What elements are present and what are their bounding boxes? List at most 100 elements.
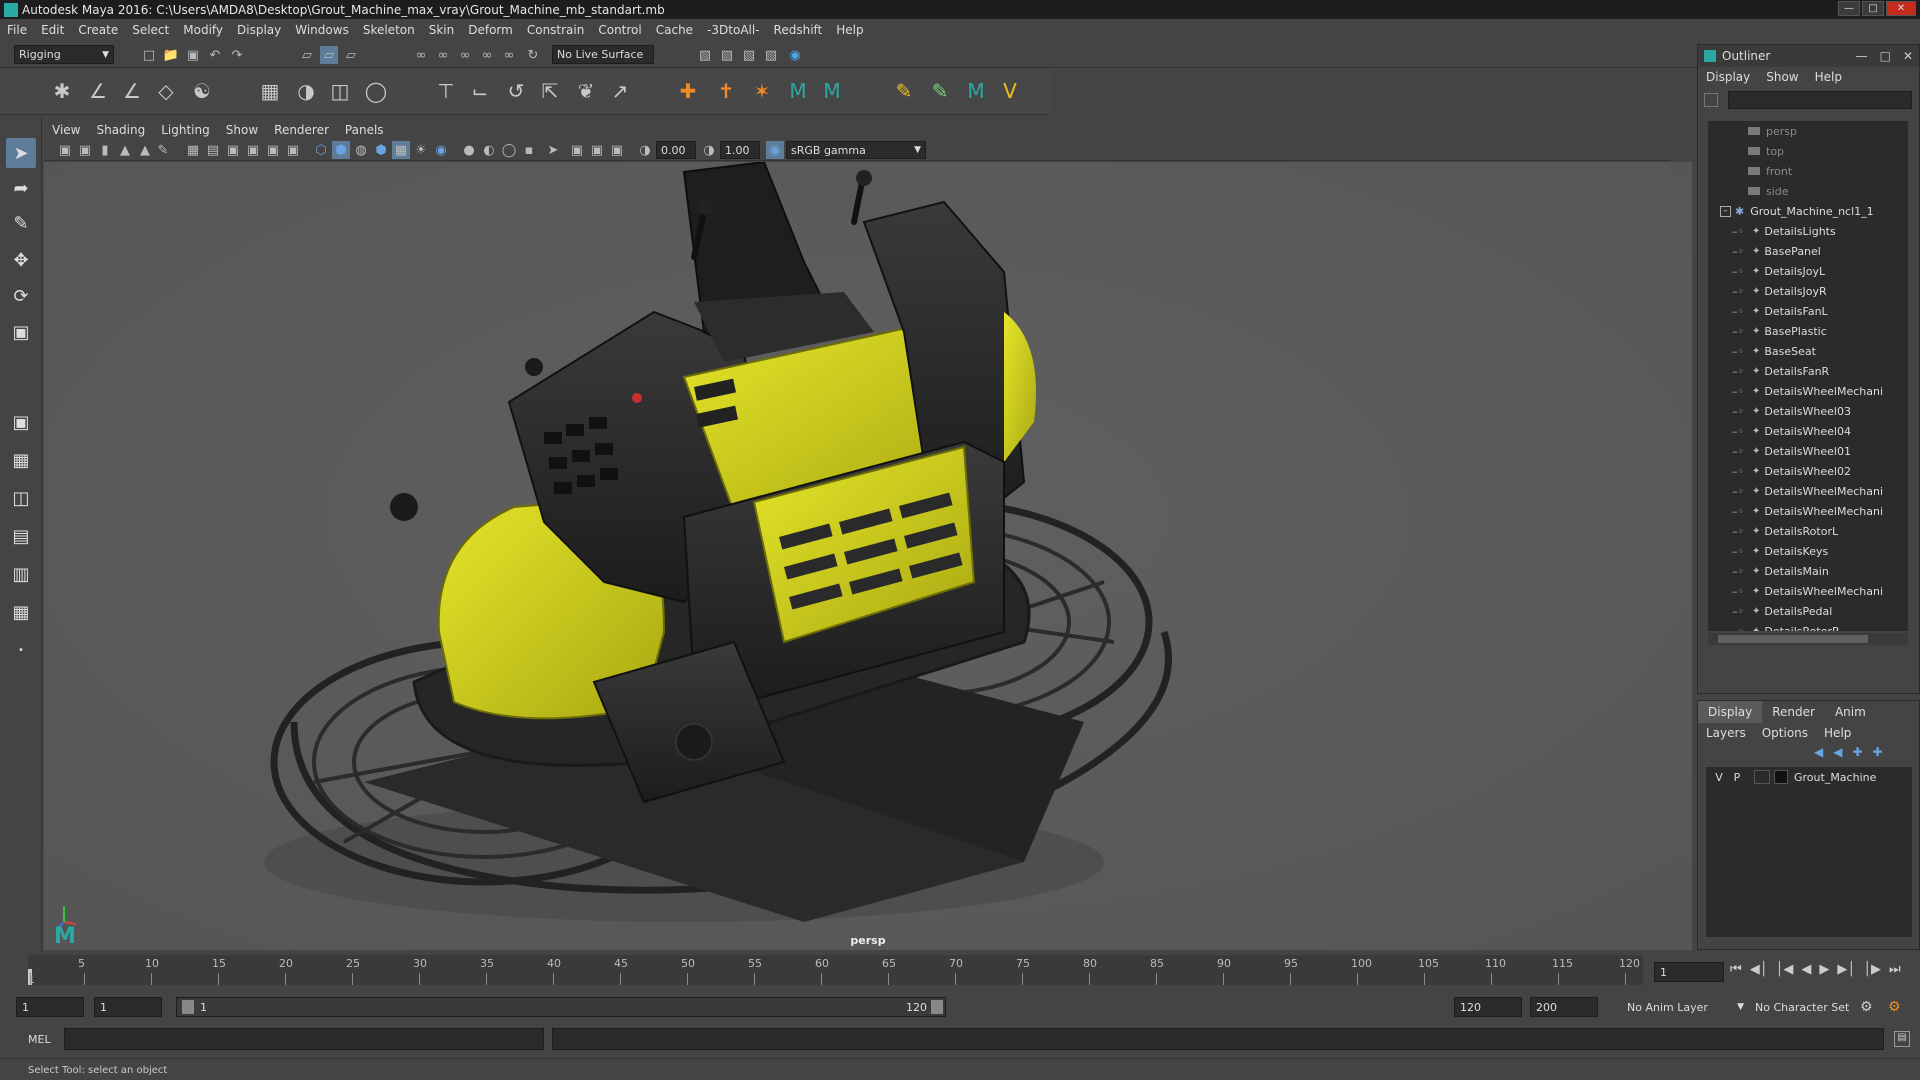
preferences-icon[interactable]: ⚙	[1888, 999, 1901, 1015]
script-language-toggle[interactable]: MEL	[28, 1033, 51, 1046]
outliner-filter-icon[interactable]	[1704, 93, 1718, 107]
snap-view-icon[interactable]: ∞	[478, 46, 496, 64]
move-tool-icon[interactable]: ✥	[6, 245, 36, 275]
point-constraint-icon[interactable]: ⊤	[432, 77, 460, 105]
outliner-mesh-row[interactable]: –◦ ✦ BaseSeat	[1708, 341, 1908, 361]
film-gate-icon[interactable]: ▤	[204, 141, 222, 159]
close-icon[interactable]: ✕	[1903, 49, 1913, 63]
resolution-gate-icon[interactable]: ▣	[224, 141, 242, 159]
layer-menu-options[interactable]: Options	[1754, 726, 1816, 740]
hypershade-layout-icon[interactable]: ▦	[6, 597, 36, 627]
snap-point-icon[interactable]: ∞	[456, 46, 474, 64]
parent-constraint-icon[interactable]: ❦	[572, 77, 600, 105]
layer-color-swatch[interactable]	[1774, 770, 1788, 784]
maximize-button[interactable]: □	[1862, 1, 1884, 16]
outliner-mesh-row[interactable]: –◦ ✦ DetailsPedal	[1708, 601, 1908, 621]
anim-layer-dropdown[interactable]: No Anim Layer ▼	[1622, 997, 1746, 1017]
smooth-shade-icon[interactable]: ⬢	[332, 141, 350, 159]
render-view-icon[interactable]: ▧	[696, 46, 714, 64]
lock-camera-icon[interactable]: ▣	[76, 141, 94, 159]
smooth-bind-icon[interactable]: ◑	[292, 77, 320, 105]
layer-visibility-toggle[interactable]: V	[1710, 771, 1728, 784]
outliner-mesh-row[interactable]: –◦ ✦ DetailsWheel03	[1708, 401, 1908, 421]
rotate-tool-icon[interactable]: ⟳	[6, 281, 36, 311]
backface-icon[interactable]: ▣	[608, 141, 626, 159]
perspective-viewport[interactable]: persp M	[44, 162, 1692, 950]
animation-start-field[interactable]: 1	[16, 997, 84, 1017]
ik-spline-icon[interactable]: ∠	[118, 77, 146, 105]
outliner-mesh-row[interactable]: –◦ ✦ DetailsFanL	[1708, 301, 1908, 321]
outliner-mesh-row[interactable]: –◦ ✦ DetailsRotorR	[1708, 621, 1908, 632]
xray-active-icon[interactable]: ▣	[588, 141, 606, 159]
layer-menu-help[interactable]: Help	[1816, 726, 1859, 740]
select-component-icon[interactable]: ▱	[342, 46, 360, 64]
outliner-search-input[interactable]	[1728, 91, 1912, 109]
gate-mask-icon[interactable]: ▣	[244, 141, 262, 159]
go-to-start-icon[interactable]: ⏮	[1730, 962, 1742, 977]
maya-script-icon-2[interactable]: M	[818, 77, 846, 105]
outliner-mesh-row[interactable]: –◦ ✦ DetailsRotorL	[1708, 521, 1908, 541]
outliner-mesh-row[interactable]: –◦ ✦ DetailsWheelMechani	[1708, 381, 1908, 401]
locator-icon[interactable]: ✚	[674, 77, 702, 105]
layer-playback-toggle[interactable]: P	[1728, 771, 1746, 784]
tab-render[interactable]: Render	[1762, 701, 1825, 723]
star-locator-icon[interactable]: ✶	[748, 77, 776, 105]
grease-pencil-icon[interactable]: ✎	[154, 141, 172, 159]
menuset-dropdown[interactable]: Rigging ▼	[14, 45, 114, 64]
two-pane-layout-icon[interactable]: ◫	[6, 483, 36, 513]
mirror-joint-icon[interactable]: ☯	[188, 77, 216, 105]
menu-skin[interactable]: Skin	[422, 23, 462, 37]
new-layer-selected-icon[interactable]: ✚	[1873, 745, 1883, 759]
xray-joints-icon[interactable]: ▣	[568, 141, 586, 159]
scrollbar-thumb[interactable]	[1718, 635, 1868, 643]
vp-menu-panels[interactable]: Panels	[337, 123, 392, 137]
minimize-button[interactable]: —	[1838, 1, 1860, 16]
anti-aliasing-icon[interactable]: ◐	[480, 141, 498, 159]
minimize-icon[interactable]: —	[1856, 49, 1868, 63]
step-forward-key-icon[interactable]: │▶	[1863, 962, 1881, 977]
outliner-mesh-row[interactable]: –◦ ✦ DetailsLights	[1708, 221, 1908, 241]
character-set-dropdown[interactable]: No Character Set	[1750, 997, 1872, 1017]
playback-end-field[interactable]: 120	[1454, 997, 1522, 1017]
tab-display[interactable]: Display	[1698, 701, 1763, 723]
menu-windows[interactable]: Windows	[288, 23, 356, 37]
outliner-menu-help[interactable]: Help	[1807, 70, 1850, 84]
animation-end-field[interactable]: 200	[1530, 997, 1598, 1017]
outliner-mesh-row[interactable]: –◦ ✦ DetailsFanR	[1708, 361, 1908, 381]
field-chart-icon[interactable]: ▣	[264, 141, 282, 159]
shadows-icon[interactable]: ☀	[412, 141, 430, 159]
ambient-occlusion-icon[interactable]: ◉	[432, 141, 450, 159]
select-hierarchy-icon[interactable]: ▱	[298, 46, 316, 64]
live-surface-field[interactable]: No Live Surface	[552, 45, 654, 64]
cluster-icon[interactable]: ◯	[362, 77, 390, 105]
outliner-mesh-row[interactable]: –◦ ✦ DetailsMain	[1708, 561, 1908, 581]
outliner-menu-show[interactable]: Show	[1758, 70, 1806, 84]
insert-joint-icon[interactable]: ◇	[152, 77, 180, 105]
vp-menu-view[interactable]: View	[44, 123, 88, 137]
component-editor-icon[interactable]: ✎	[926, 77, 954, 105]
script-editor-icon[interactable]: ▤	[1894, 1031, 1910, 1047]
ik-handle-icon[interactable]: ∠	[84, 77, 112, 105]
layer-menu-layers[interactable]: Layers	[1698, 726, 1754, 740]
textured-icon[interactable]: ⬢	[372, 141, 390, 159]
outliner-camera-row[interactable]: side	[1708, 181, 1908, 201]
step-back-key-icon[interactable]: ◀│	[1750, 962, 1768, 977]
outliner-mesh-row[interactable]: –◦ ✦ DetailsWheelMechani	[1708, 501, 1908, 521]
paint-select-icon[interactable]: ✎	[6, 208, 36, 238]
outliner-tree[interactable]: persp top front side – ✱ Grout_Machine_n…	[1708, 121, 1908, 631]
safe-action-icon[interactable]: ▣	[284, 141, 302, 159]
orient-constraint-icon[interactable]: ↺	[502, 77, 530, 105]
outliner-camera-row[interactable]: top	[1708, 141, 1908, 161]
view-transform-dropdown[interactable]: sRGB gamma ▼	[786, 141, 926, 159]
outliner-mesh-row[interactable]: –◦ ✦ DetailsWheel04	[1708, 421, 1908, 441]
render-settings-icon[interactable]: ▧	[762, 46, 780, 64]
menu-redshift[interactable]: Redshift	[767, 23, 830, 37]
scale-tool-icon[interactable]: ▣	[6, 317, 36, 347]
outliner-mesh-row[interactable]: –◦ ✦ BasePlastic	[1708, 321, 1908, 341]
color-management-icon[interactable]: ◉	[766, 141, 784, 159]
menu-select[interactable]: Select	[125, 23, 176, 37]
wireframe-on-shaded-icon[interactable]: ◍	[352, 141, 370, 159]
close-button[interactable]: ✕	[1886, 1, 1916, 16]
xray-icon[interactable]: ➤	[544, 141, 562, 159]
bind-skin-icon[interactable]: ▦	[256, 77, 284, 105]
